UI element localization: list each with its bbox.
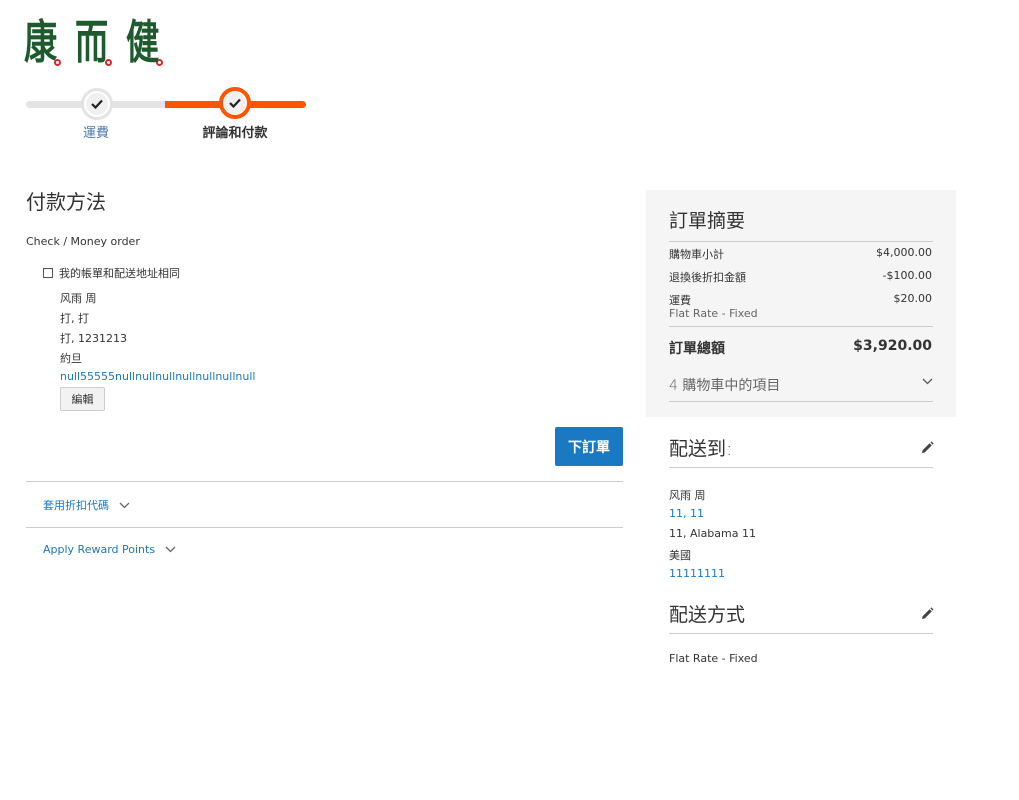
step-shipping-link[interactable]: 運費 [70, 122, 122, 141]
payment-method-title: 付款方法 [26, 190, 106, 214]
shipping-method-title: 配送方式 [669, 604, 746, 626]
logo-char-3: 健 [126, 15, 160, 69]
same-address-label[interactable]: 我的帳單和配送地址相同 [59, 265, 180, 281]
place-order-button[interactable]: 下訂單 [555, 427, 623, 466]
order-summary-title: 訂單摘要 [669, 210, 746, 232]
step-shipping-indicator [81, 88, 113, 120]
divider [669, 467, 933, 468]
divider [669, 326, 933, 327]
shipping-method-sub: Flat Rate - Fixed [669, 307, 758, 320]
same-address-row[interactable]: 我的帳單和配送地址相同 [43, 265, 180, 281]
divider [26, 481, 623, 482]
same-address-checkbox[interactable] [43, 268, 53, 278]
edit-billing-button[interactable]: 編輯 [60, 387, 105, 411]
discount-code-label[interactable]: 套用折扣代碼 [43, 497, 109, 513]
billing-name: 风雨 周 [60, 292, 97, 305]
reward-points-toggle[interactable]: Apply Reward Points [43, 543, 176, 556]
billing-street: 打, 打 [60, 312, 89, 325]
reward-points-label[interactable]: Apply Reward Points [43, 543, 155, 556]
checkmark-icon [91, 99, 103, 109]
payment-method-name: Check / Money order [26, 235, 140, 248]
discount-code-toggle[interactable]: 套用折扣代碼 [43, 497, 130, 513]
shipping-value: $20.00 [893, 292, 933, 305]
step-review-label: 評論和付款 [202, 126, 268, 141]
chevron-down-icon [165, 546, 176, 553]
discount-value: -$100.00 [882, 269, 932, 282]
ship-to-street: 11, 11 [669, 507, 704, 520]
ship-to-city-line: 11, Alabama 11 [669, 527, 756, 540]
ship-to-name: 风雨 周 [669, 489, 706, 502]
step-review-indicator [219, 87, 251, 119]
divider [669, 401, 933, 402]
chevron-down-icon [119, 502, 130, 508]
pencil-icon[interactable] [920, 607, 934, 621]
discount-label: 退換後折扣金額 [669, 271, 746, 284]
shipping-label: 運費 [669, 294, 691, 307]
ship-to-country: 美國 [669, 549, 691, 562]
checkmark-icon [229, 98, 241, 108]
chevron-down-icon[interactable] [922, 378, 933, 385]
logo-char-1: 康 [24, 15, 58, 69]
shipping-method-value: Flat Rate - Fixed [669, 652, 758, 665]
order-total-value: $3,920.00 [853, 338, 932, 354]
subtotal-value: $4,000.00 [876, 246, 932, 259]
subtotal-label: 購物車小計 [669, 248, 724, 261]
billing-country: 約旦 [60, 352, 82, 365]
site-logo[interactable]: 康 而 健 [24, 8, 177, 72]
billing-phone-link[interactable]: null55555nullnullnullnullnullnullnull [60, 370, 255, 383]
divider [669, 241, 933, 242]
cart-items-toggle[interactable]: 4 購物車中的項目 [669, 375, 780, 395]
ship-to-title: 配送到: [669, 438, 733, 460]
divider [26, 527, 623, 528]
logo-char-2: 而 [75, 15, 109, 69]
pencil-icon[interactable] [920, 441, 934, 455]
ship-to-phone-link[interactable]: 11111111 [669, 567, 725, 580]
divider [669, 633, 933, 634]
billing-city-line: 打, 1231213 [60, 332, 127, 345]
order-total-label: 訂單總額 [669, 341, 725, 357]
